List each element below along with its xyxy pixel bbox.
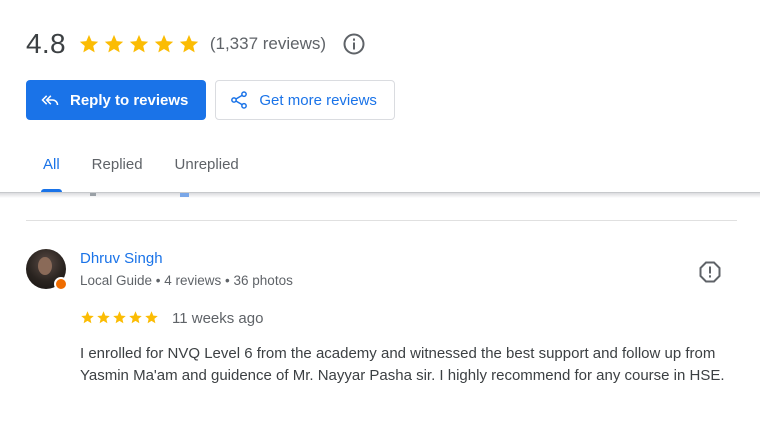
star-icon [81, 311, 94, 324]
reply-icon [41, 95, 59, 106]
review-text: I enrolled for NVQ Level 6 from the acad… [80, 345, 725, 384]
tab-all[interactable]: All [26, 148, 77, 192]
review-time: 11 weeks ago [172, 310, 264, 327]
star-icon [113, 311, 126, 324]
review-filter-tabs: All Replied Unreplied [26, 148, 271, 192]
reviews-panel: 4.8 (1,337 reviews) Reply to reviews Get… [0, 0, 760, 421]
action-buttons: Reply to reviews Get more reviews [26, 80, 395, 120]
rating-value: 4.8 [26, 28, 66, 59]
reviewer-avatar[interactable] [26, 249, 68, 291]
get-more-reviews-label: Get more reviews [259, 91, 377, 109]
reply-to-reviews-button[interactable]: Reply to reviews [26, 80, 207, 120]
get-more-reviews-button[interactable]: Get more reviews [215, 80, 395, 120]
star-icon [179, 34, 198, 53]
tab-replied-label: Replied [91, 156, 143, 173]
star-icon [104, 34, 123, 53]
review-divider [26, 220, 737, 221]
tab-replied[interactable]: Replied [92, 148, 143, 192]
star-icon [129, 311, 142, 324]
tab-unreplied[interactable]: Unreplied [175, 148, 239, 192]
review-stars [80, 310, 159, 325]
tab-unreplied-label: Unreplied [174, 156, 239, 173]
star-icon [97, 311, 110, 324]
scrolled-content-edge [90, 193, 189, 197]
star-icon [154, 34, 173, 53]
info-icon[interactable] [342, 32, 366, 56]
tab-all-label: All [43, 156, 60, 173]
review-count: (1,337 reviews) [209, 34, 327, 53]
local-guide-badge-icon [54, 277, 68, 291]
reviewer-name[interactable]: Dhruv Singh [80, 250, 163, 267]
report-icon[interactable] [698, 260, 722, 284]
star-icon [145, 311, 158, 324]
share-icon [231, 91, 248, 109]
star-icon [79, 34, 98, 53]
reply-to-reviews-label: Reply to reviews [70, 91, 189, 109]
rating-summary: 4.8 (1,337 reviews) [26, 26, 366, 62]
avatar-face [38, 257, 52, 275]
star-icon [129, 34, 148, 53]
reviewer-meta: Local Guide • 4 reviews • 36 photos [80, 273, 293, 288]
rating-stars [78, 33, 200, 55]
